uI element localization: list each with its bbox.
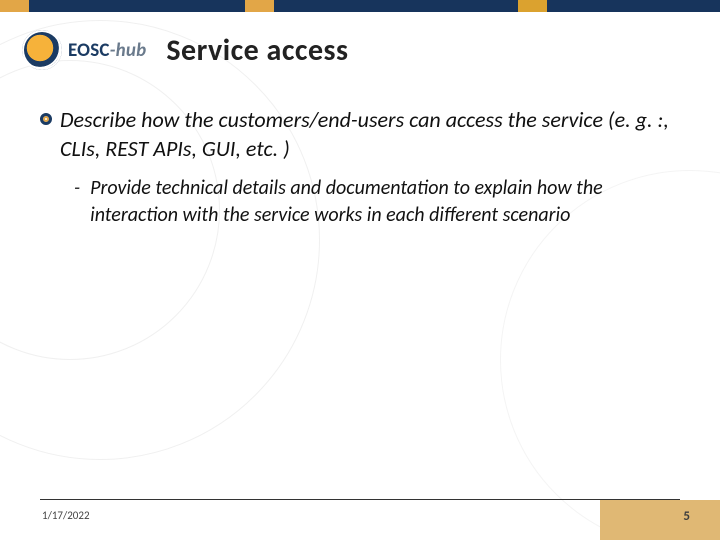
footer-date: 1/17/2022 [42, 509, 90, 522]
title-row: EOSC-hub Service access [22, 26, 700, 74]
bullet-level-2: - Provide technical details and document… [74, 175, 680, 229]
brand-logo-icon [22, 30, 62, 70]
slide-title: Service access [166, 32, 348, 69]
bullet-text: Provide technical details and documentat… [90, 175, 680, 229]
slide: EOSC-hub Service access Describe how the… [0, 0, 720, 540]
brand-name-primary: EOSC [68, 39, 110, 62]
bullet-text: Describe how the customers/end-users can… [60, 106, 680, 163]
footer-divider [40, 499, 680, 500]
bullet-icon [40, 113, 52, 125]
brand-name-suffix: -hub [110, 39, 147, 62]
brand-logo-text: EOSC-hub [68, 39, 146, 62]
bullet-level-1: Describe how the customers/end-users can… [40, 106, 680, 163]
bg-circle [0, 20, 320, 460]
header-accent-bar [0, 0, 720, 12]
footer-accent [600, 500, 720, 540]
bullet-dash-icon: - [74, 175, 80, 202]
page-number: 5 [683, 509, 690, 524]
brand-logo: EOSC-hub [22, 30, 146, 70]
slide-content: Describe how the customers/end-users can… [40, 106, 680, 229]
